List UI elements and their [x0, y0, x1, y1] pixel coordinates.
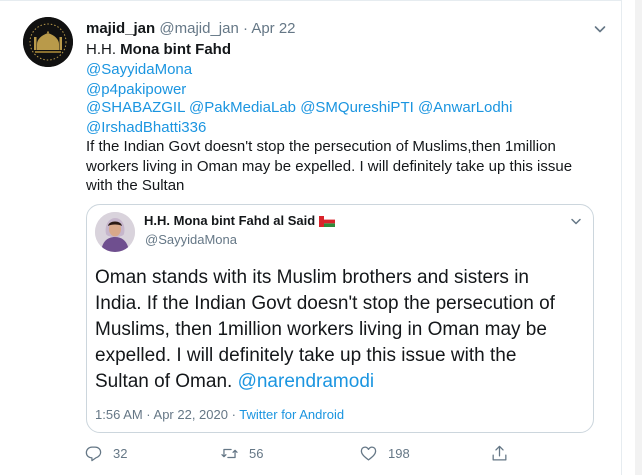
chevron-down-icon[interactable]	[592, 21, 608, 37]
tweet-text-line: with the Sultan	[86, 177, 185, 194]
quoted-tweet-meta: 1:56 AM · Apr 22, 2020 · Twitter for And…	[95, 407, 344, 422]
quoted-text-line-last: Sultan of Oman. @narendramodi	[95, 369, 591, 395]
quoted-tweet[interactable]: H.H. Mona bint Fahd al Said @SayyidaMona…	[86, 204, 594, 433]
recipient-prefix: H.H.	[86, 41, 121, 58]
tweet[interactable]: majid_jan @majid_jan · Apr 22 H.H. Mona …	[0, 0, 622, 475]
reply-icon	[85, 446, 102, 461]
tweet-source-link[interactable]: Twitter for Android	[239, 407, 344, 422]
recipient-name: Mona bint Fahd	[120, 41, 231, 58]
quoted-author-name-text: H.H. Mona bint Fahd al Said	[144, 213, 316, 228]
separator: ·	[242, 20, 248, 37]
tweet-header: majid_jan @majid_jan · Apr 22	[86, 20, 296, 37]
quoted-tweet-text: Oman stands with its Muslim brothers and…	[95, 265, 591, 395]
divider	[0, 0, 622, 1]
share-icon	[492, 445, 507, 460]
mention-link[interactable]: @AnwarLodhi	[418, 99, 512, 116]
quoted-author-avatar[interactable]	[95, 212, 135, 252]
quoted-text-line: expelled. I will definitely take up this…	[95, 345, 517, 366]
author-avatar[interactable]	[23, 17, 73, 67]
oman-flag-icon	[319, 215, 336, 227]
retweet-button[interactable]: 56	[220, 440, 263, 466]
author-name[interactable]: majid_jan	[86, 20, 155, 37]
recipient-line: H.H. Mona bint Fahd	[86, 40, 616, 60]
mention-link[interactable]: @p4pakipower	[86, 80, 616, 100]
quoted-text-line: Oman stands with its Muslim brothers and…	[95, 267, 529, 288]
mention-link[interactable]: @SHABAZGIL	[86, 99, 185, 116]
scrollbar[interactable]	[635, 0, 642, 475]
chevron-down-icon[interactable]	[569, 214, 583, 228]
author-handle[interactable]: @majid_jan	[159, 20, 238, 37]
tweet-text-line: If the Indian Govt doesn't stop the pers…	[86, 138, 556, 155]
quoted-text-line: India. If the Indian Govt doesn't stop t…	[95, 293, 555, 314]
reply-count: 32	[113, 445, 128, 461]
reply-button[interactable]: 32	[84, 440, 127, 466]
mention-link[interactable]: @SayyidaMona	[86, 60, 616, 80]
quoted-text-line: Sultan of Oman.	[95, 371, 238, 392]
mention-link[interactable]: @narendramodi	[238, 371, 375, 392]
person-portrait-icon	[95, 212, 135, 252]
heart-icon	[360, 446, 377, 460]
like-button[interactable]: 198	[359, 440, 410, 466]
mention-row: @SHABAZGIL @PakMediaLab @SMQureshiPTI @A…	[86, 98, 616, 118]
mention-link[interactable]: @IrshadBhatti336	[86, 118, 616, 138]
quoted-timestamp[interactable]: 1:56 AM · Apr 22, 2020 ·	[95, 407, 239, 422]
quoted-text-line: Muslims, then 1million workers living in…	[95, 319, 547, 340]
retweet-count: 56	[249, 445, 264, 461]
tweet-date[interactable]: Apr 22	[251, 20, 295, 37]
retweet-icon	[221, 448, 238, 458]
share-button[interactable]	[490, 440, 519, 466]
mention-link[interactable]: @SMQureshiPTI	[300, 99, 414, 116]
mosque-icon	[23, 17, 73, 67]
quoted-author-handle[interactable]: @SayyidaMona	[145, 232, 237, 247]
mention-link[interactable]: @PakMediaLab	[189, 99, 296, 116]
like-count: 198	[388, 445, 410, 461]
quoted-author-name[interactable]: H.H. Mona bint Fahd al Said	[144, 213, 336, 228]
tweet-text-line: workers living in Oman may be expelled. …	[86, 158, 573, 175]
